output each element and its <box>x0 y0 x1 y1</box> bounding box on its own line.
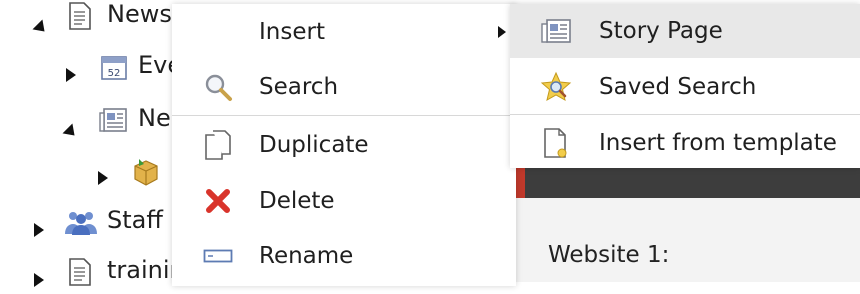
menu-item-delete[interactable]: Delete <box>172 176 516 226</box>
context-menu: Insert Search Duplicate Delete Rename <box>172 4 516 286</box>
menu-item-search[interactable]: Search <box>172 62 516 112</box>
svg-text:52: 52 <box>108 68 121 79</box>
expand-arrow-icon[interactable] <box>62 115 80 143</box>
content-header-bar <box>516 168 860 198</box>
newspaper-icon <box>540 15 572 47</box>
menu-separator <box>172 115 516 116</box>
duplicate-icon <box>202 129 234 161</box>
accent-strip <box>516 168 525 198</box>
template-icon <box>540 127 572 159</box>
collapse-arrow-icon[interactable] <box>34 215 44 243</box>
tree-item-label: Ne <box>138 104 171 132</box>
menu-item-label: Delete <box>259 188 335 214</box>
newspaper-icon <box>98 106 128 140</box>
submenu-item-insert-from-template[interactable]: Insert from template <box>510 116 860 170</box>
submenu-item-label: Insert from template <box>599 130 837 156</box>
content-panel <box>516 198 860 282</box>
collapse-arrow-icon[interactable] <box>98 163 108 191</box>
magnifier-icon <box>202 71 234 103</box>
calendar-icon: 52 <box>100 53 128 87</box>
rename-icon <box>202 240 234 272</box>
menu-item-label: Search <box>259 74 339 100</box>
people-icon <box>64 208 98 242</box>
collapse-arrow-icon[interactable] <box>34 265 44 293</box>
star-search-icon <box>540 71 572 103</box>
website-label: Website 1: <box>548 242 670 268</box>
menu-item-insert[interactable]: Insert <box>172 7 516 57</box>
insert-submenu: Story Page Saved Search Insert from temp… <box>510 4 860 168</box>
submenu-arrow-icon <box>498 26 506 38</box>
document-icon <box>68 2 92 36</box>
menu-item-duplicate[interactable]: Duplicate <box>172 120 516 170</box>
submenu-item-story-page[interactable]: Story Page <box>510 4 860 58</box>
package-icon <box>131 156 161 192</box>
submenu-item-label: Saved Search <box>599 74 757 100</box>
menu-item-label: Insert <box>259 19 325 45</box>
collapse-arrow-icon[interactable] <box>66 60 76 88</box>
menu-item-label: Duplicate <box>259 132 369 158</box>
submenu-item-saved-search[interactable]: Saved Search <box>510 60 860 114</box>
delete-x-icon <box>202 185 234 217</box>
menu-item-label: Rename <box>259 243 354 269</box>
tree-item-label: trainir <box>107 256 180 284</box>
submenu-separator <box>510 114 860 115</box>
tree-item-label: News <box>107 0 172 28</box>
submenu-item-label: Story Page <box>599 18 723 44</box>
expand-arrow-icon[interactable] <box>32 11 50 39</box>
menu-item-rename[interactable]: Rename <box>172 231 516 281</box>
document-icon <box>68 258 92 292</box>
